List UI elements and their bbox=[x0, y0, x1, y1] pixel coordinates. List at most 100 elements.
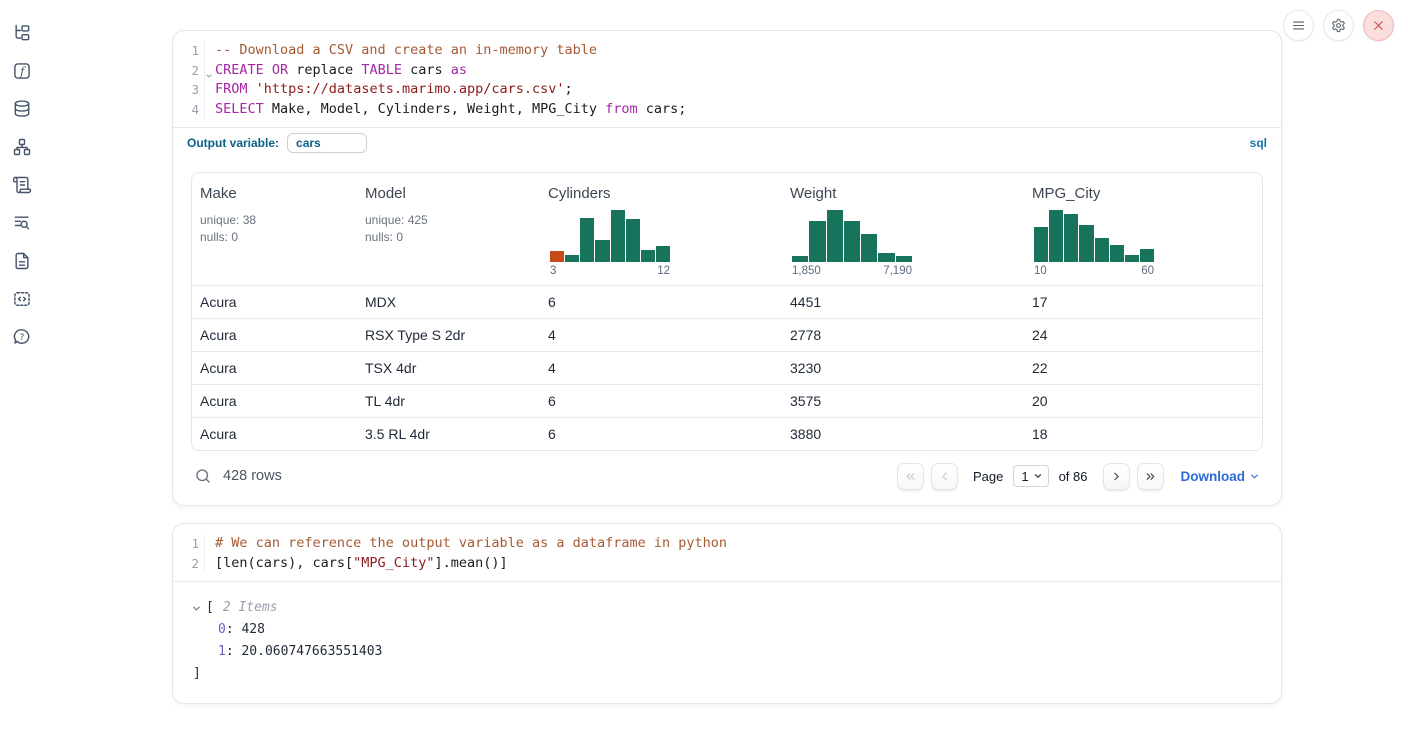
table-cell: 3.5 RL 4dr bbox=[357, 426, 540, 442]
histogram-bar[interactable] bbox=[626, 219, 640, 262]
histogram-bar[interactable] bbox=[1125, 255, 1139, 262]
sidebar-outline-icon[interactable] bbox=[11, 250, 33, 272]
histogram-bar[interactable] bbox=[656, 246, 670, 262]
histogram-bar[interactable] bbox=[1140, 249, 1154, 262]
code-line[interactable]: 2CREATE OR replace TABLE cars as bbox=[173, 61, 1281, 81]
sidebar-documentation-icon[interactable] bbox=[11, 174, 33, 196]
column-stats: unique: 425nulls: 0 bbox=[365, 212, 532, 245]
column-title: Cylinders bbox=[548, 185, 774, 202]
histogram-bar[interactable] bbox=[792, 256, 808, 262]
column-stats: unique: 38nulls: 0 bbox=[200, 212, 349, 245]
column-title: Model bbox=[365, 185, 532, 202]
sql-cell: 1 -- Download a CSV and create an in-memo… bbox=[172, 30, 1282, 506]
table-cell: 6 bbox=[540, 426, 782, 442]
output-variable-input[interactable] bbox=[287, 133, 367, 153]
column-header-model[interactable]: Model unique: 425nulls: 0 bbox=[357, 185, 540, 285]
notebook-main-column: 1 -- Download a CSV and create an in-memo… bbox=[172, 0, 1282, 704]
code-text: CREATE OR replace TABLE cars as bbox=[205, 61, 467, 81]
download-button[interactable]: Download bbox=[1181, 469, 1261, 484]
code-text: # We can reference the output variable a… bbox=[205, 534, 727, 554]
histogram-axis-labels: 312 bbox=[550, 265, 670, 277]
hamburger-menu-icon bbox=[1291, 18, 1306, 33]
column-title: Weight bbox=[790, 185, 1016, 202]
table-footer: 428 rows Page 1 of 86 bbox=[191, 459, 1263, 493]
code-line[interactable]: 1# We can reference the output variable … bbox=[173, 534, 1281, 554]
sidebar-snippets-icon[interactable] bbox=[11, 288, 33, 310]
table-row[interactable]: AcuraTL 4dr6357520 bbox=[192, 384, 1262, 417]
table-header-row: Make unique: 38nulls: 0 Model unique: 425nu… bbox=[192, 173, 1262, 285]
chevron-down-icon bbox=[1249, 471, 1260, 482]
sidebar-datasources-icon[interactable] bbox=[11, 98, 33, 120]
page-select[interactable]: 1 bbox=[1013, 465, 1048, 487]
column-header-make[interactable]: Make unique: 38nulls: 0 bbox=[192, 185, 357, 285]
table-cell: 17 bbox=[1024, 294, 1262, 310]
code-line[interactable]: 4SELECT Make, Model, Cylinders, Weight, … bbox=[173, 100, 1281, 120]
table-output-section: Make unique: 38nulls: 0 Model unique: 425nu… bbox=[173, 157, 1281, 505]
code-line[interactable]: 3FROM 'https://datasets.marimo.app/cars.… bbox=[173, 80, 1281, 100]
sidebar-scratchpad-icon[interactable]: f bbox=[11, 60, 33, 82]
histogram-bar[interactable] bbox=[861, 234, 877, 262]
line-number: 4 bbox=[173, 100, 205, 120]
column-header-mpg_city[interactable]: MPG_City1060 bbox=[1024, 185, 1262, 285]
table-cell: 18 bbox=[1024, 426, 1262, 442]
tree-open-bracket: [ bbox=[206, 597, 214, 619]
histogram-bar[interactable] bbox=[550, 251, 564, 262]
tree-collapse-caret[interactable] bbox=[191, 603, 202, 614]
notebook-actions-toolbar bbox=[1283, 10, 1394, 41]
svg-text:?: ? bbox=[20, 333, 25, 343]
tree-close-bracket: ] bbox=[191, 663, 1263, 685]
next-page-button[interactable] bbox=[1103, 463, 1130, 490]
code-text: -- Download a CSV and create an in-memor… bbox=[205, 41, 597, 61]
histogram-bar[interactable] bbox=[611, 210, 625, 262]
table-cell: Acura bbox=[192, 294, 357, 310]
histogram-bar[interactable] bbox=[1079, 225, 1093, 262]
histogram-bar[interactable] bbox=[809, 221, 825, 262]
histogram-bar[interactable] bbox=[827, 210, 843, 262]
column-header-cylinders[interactable]: Cylinders 312 bbox=[540, 185, 782, 285]
histogram-bar[interactable] bbox=[1034, 227, 1048, 262]
table-row[interactable]: Acura3.5 RL 4dr6388018 bbox=[192, 417, 1262, 450]
code-line[interactable]: 1-- Download a CSV and create an in-memo… bbox=[173, 41, 1281, 61]
column-histogram: 1,8507,190 bbox=[792, 210, 912, 277]
histogram-bar[interactable] bbox=[641, 250, 655, 262]
table-row[interactable]: AcuraTSX 4dr4323022 bbox=[192, 351, 1262, 384]
last-page-button[interactable] bbox=[1137, 463, 1164, 490]
histogram-bar[interactable] bbox=[1095, 238, 1109, 262]
python-code-editor[interactable]: 1# We can reference the output variable … bbox=[173, 524, 1281, 581]
sidebar-help-icon[interactable]: ? bbox=[11, 326, 33, 348]
close-button[interactable] bbox=[1363, 10, 1394, 41]
column-header-weight[interactable]: Weight 1,8507,190 bbox=[782, 185, 1024, 285]
line-number: 2 bbox=[173, 61, 205, 81]
hamburger-menu-button[interactable] bbox=[1283, 10, 1314, 41]
histogram-bar[interactable] bbox=[878, 253, 894, 262]
sidebar-dependency-graph-icon[interactable] bbox=[11, 136, 33, 158]
histogram-axis-labels: 1,8507,190 bbox=[792, 265, 912, 277]
histogram-bar[interactable] bbox=[565, 255, 579, 262]
page-total-label: of 86 bbox=[1059, 469, 1088, 484]
histogram-bar[interactable] bbox=[1049, 210, 1063, 262]
fold-chevron-icon[interactable] bbox=[205, 66, 213, 86]
table-cell: 6 bbox=[540, 294, 782, 310]
histogram-bar[interactable] bbox=[844, 221, 860, 262]
previous-page-button[interactable] bbox=[931, 463, 958, 490]
search-icon[interactable] bbox=[194, 467, 212, 485]
sql-code-editor[interactable]: 1-- Download a CSV and create an in-memo… bbox=[173, 31, 1281, 127]
histogram-bar[interactable] bbox=[1110, 245, 1124, 262]
table-cell: Acura bbox=[192, 360, 357, 376]
sql-language-badge: sql bbox=[1250, 136, 1267, 150]
code-line[interactable]: 2[len(cars), cars["MPG_City"].mean()] bbox=[173, 554, 1281, 574]
first-page-button[interactable] bbox=[897, 463, 924, 490]
output-variable-label: Output variable: bbox=[187, 136, 279, 150]
sidebar-logs-icon[interactable] bbox=[11, 212, 33, 234]
tree-entry: 0: 428 bbox=[191, 619, 1263, 641]
sidebar-file-tree-icon[interactable] bbox=[11, 22, 33, 44]
column-title: Make bbox=[200, 185, 349, 202]
table-cell: Acura bbox=[192, 393, 357, 409]
table-row[interactable]: AcuraMDX6445117 bbox=[192, 285, 1262, 318]
histogram-bar[interactable] bbox=[896, 256, 912, 262]
histogram-bar[interactable] bbox=[595, 240, 609, 262]
gear-button[interactable] bbox=[1323, 10, 1354, 41]
histogram-bar[interactable] bbox=[1064, 214, 1078, 262]
histogram-bar[interactable] bbox=[580, 218, 594, 262]
table-row[interactable]: AcuraRSX Type S 2dr4277824 bbox=[192, 318, 1262, 351]
